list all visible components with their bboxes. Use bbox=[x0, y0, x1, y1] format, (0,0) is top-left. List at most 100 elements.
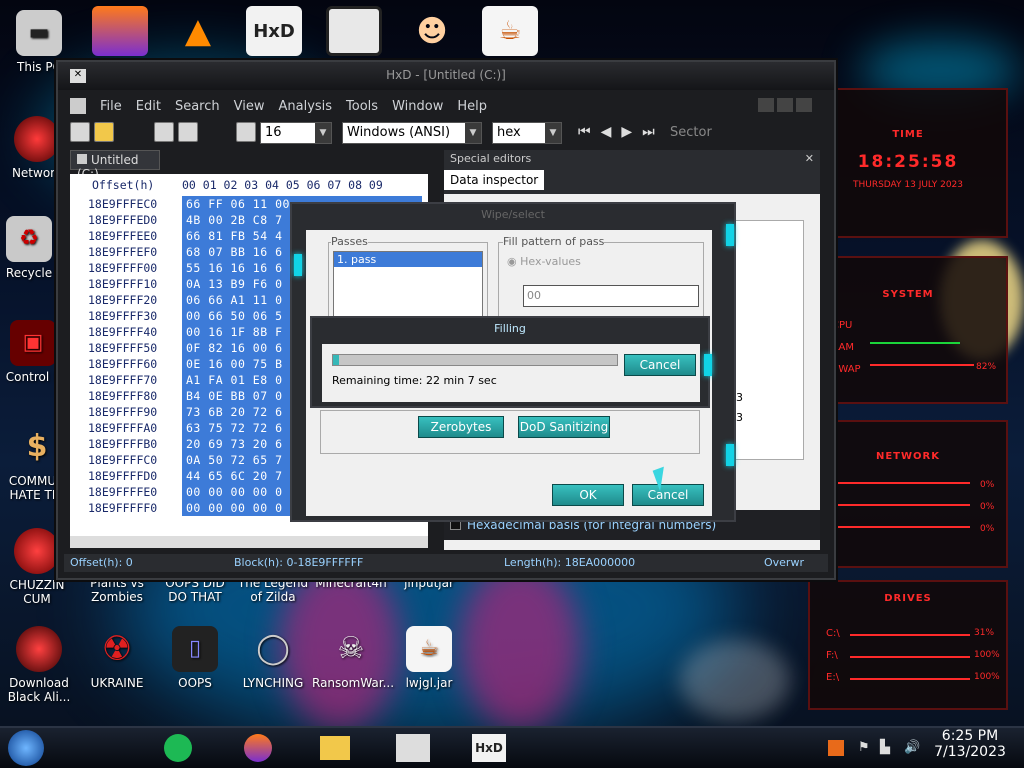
desktop-icon-label: UKRAINE bbox=[90, 676, 144, 690]
firefox-icon[interactable] bbox=[92, 6, 148, 56]
desktop-icon-oops-did[interactable]: OOPS DID DO THAT bbox=[156, 576, 234, 604]
desktop-icon-ukraine[interactable]: ☢ UKRAINE bbox=[78, 626, 156, 690]
row-offset: 18E9FFFEC0 bbox=[88, 197, 158, 211]
menu-analysis[interactable]: Analysis bbox=[278, 99, 332, 114]
vlc-icon[interactable]: ▲ bbox=[170, 6, 226, 56]
monitor-app-icon[interactable] bbox=[396, 734, 430, 762]
mdi-minimize-button[interactable] bbox=[758, 98, 774, 112]
menu-file[interactable]: File bbox=[100, 99, 122, 114]
java-icon[interactable]: ☕ bbox=[482, 6, 538, 56]
ok-button[interactable]: OK bbox=[552, 484, 624, 506]
hex-values-label: Hex-values bbox=[520, 255, 581, 268]
desktop-icon-zilda[interactable]: The Legend of Zilda bbox=[234, 576, 312, 604]
flag-icon[interactable]: ⚑ bbox=[858, 740, 870, 755]
row-offset: 18E9FFFFA0 bbox=[88, 421, 158, 435]
drive-c-val: 31% bbox=[974, 628, 995, 638]
recycle-icon: ♻ bbox=[6, 216, 52, 262]
drive-f-label: F:\ bbox=[826, 650, 838, 661]
passes-label: Passes bbox=[331, 235, 368, 248]
columns-icon[interactable] bbox=[236, 122, 256, 142]
tray-app-icon[interactable] bbox=[828, 740, 844, 756]
dod-sanitizing-button[interactable]: DoD Sanitizing bbox=[518, 416, 610, 438]
tab-untitled[interactable]: Untitled (C:) bbox=[70, 150, 160, 181]
menu-tools[interactable]: Tools bbox=[346, 99, 378, 114]
charset-select[interactable]: Windows (ANSI) ▼ bbox=[342, 122, 482, 144]
hxd-icon[interactable]: HxD bbox=[246, 6, 302, 56]
hxd-taskbar-icon[interactable]: HxD bbox=[472, 734, 506, 762]
spotify-icon[interactable] bbox=[164, 734, 192, 762]
hex-header: Offset(h) 00 01 02 03 04 05 06 07 08 09 bbox=[70, 174, 428, 196]
net-val-3: 0% bbox=[980, 524, 995, 534]
desktop-icon-pvz[interactable]: Plants vs Zombies bbox=[78, 576, 156, 604]
time-title: TIME bbox=[892, 129, 924, 140]
start-button[interactable] bbox=[8, 730, 44, 766]
net-bar-1 bbox=[830, 482, 970, 484]
file-explorer-icon[interactable] bbox=[320, 736, 350, 760]
noose-icon: ◯ bbox=[256, 631, 290, 666]
status-mode: Overwr bbox=[764, 556, 804, 569]
menu-help[interactable]: Help bbox=[457, 99, 487, 114]
drive-c-label: C:\ bbox=[826, 628, 840, 639]
drive-e-val: 100% bbox=[974, 672, 1000, 682]
title-bar[interactable]: ✕ HxD - [Untitled (C:)] bbox=[58, 62, 834, 90]
menu-app-icon[interactable] bbox=[70, 98, 86, 114]
disk-tab-icon bbox=[77, 154, 87, 164]
desktop-icon-oops[interactable]: ▯ OOPS bbox=[156, 626, 234, 690]
menu-view[interactable]: View bbox=[234, 99, 265, 114]
row-offset: 18E9FFFF80 bbox=[88, 389, 158, 403]
tablet-icon: ▯ bbox=[172, 626, 218, 672]
hex-values-radio[interactable]: ◉ Hex-values bbox=[507, 255, 581, 268]
drives-widget: DRIVES C:\ F:\ E:\ 31% 100% 100% bbox=[808, 580, 1008, 710]
close-icon[interactable]: ✕ bbox=[805, 152, 814, 165]
passes-list[interactable]: 1. pass bbox=[333, 251, 483, 317]
row-offset: 18E9FFFF50 bbox=[88, 341, 158, 355]
menu-window[interactable]: Window bbox=[392, 99, 443, 114]
doctor-icon[interactable]: ☻ bbox=[404, 6, 460, 56]
mdi-close-button[interactable] bbox=[796, 98, 812, 112]
disk-icon[interactable] bbox=[178, 122, 198, 142]
desktop-icon-label: CHUZZIN CUM bbox=[9, 578, 65, 606]
preset-group bbox=[320, 410, 700, 454]
menu-bar: File Edit Search View Analysis Tools Win… bbox=[70, 94, 487, 118]
new-file-icon[interactable] bbox=[70, 122, 90, 142]
row-offset: 18E9FFFFB0 bbox=[88, 437, 158, 451]
filling-body: Remaining time: 22 min 7 sec Cancel bbox=[322, 344, 700, 402]
glow-accent bbox=[726, 444, 734, 466]
zerobytes-button[interactable]: Zerobytes bbox=[418, 416, 504, 438]
sector-label: Sector bbox=[670, 125, 712, 140]
open-folder-icon[interactable] bbox=[94, 122, 114, 142]
desktop-icon-ransomware[interactable]: ☠ RansomWar... bbox=[312, 626, 394, 691]
pass-item[interactable]: 1. pass bbox=[334, 252, 482, 267]
offset-base-select[interactable]: hex ▼ bbox=[492, 122, 562, 144]
status-bar: Offset(h): 0 Block(h): 0-18E9FFFFFF Leng… bbox=[64, 554, 828, 572]
network-tray-icon[interactable]: ▙ bbox=[880, 740, 890, 755]
net-val-2: 0% bbox=[980, 502, 995, 512]
menu-edit[interactable]: Edit bbox=[136, 99, 161, 114]
desktop-icon-lwjgl[interactable]: ☕ lwjgl.jar bbox=[390, 626, 468, 690]
bytes-per-row-select[interactable]: 16 ▼ bbox=[260, 122, 332, 144]
desktop-icon-blackali[interactable]: Download Black Ali... bbox=[0, 626, 78, 704]
sector-nav-icons[interactable]: ⏮◀▶⏭ bbox=[578, 124, 665, 140]
row-offset: 18E9FFFF10 bbox=[88, 277, 158, 291]
filling-cancel-button[interactable]: Cancel bbox=[624, 354, 696, 376]
desktop-icon-lynching[interactable]: ◯ LYNCHING bbox=[234, 626, 312, 691]
clock[interactable]: 6:25 PM 7/13/2023 bbox=[930, 728, 1010, 760]
firefox-taskbar-icon[interactable] bbox=[244, 734, 272, 762]
glow-accent bbox=[294, 254, 302, 276]
row-offset: 18E9FFFFF0 bbox=[88, 501, 158, 515]
row-offset: 18E9FFFF60 bbox=[88, 357, 158, 371]
ram-icon[interactable] bbox=[154, 122, 174, 142]
volume-icon[interactable]: 🔊 bbox=[904, 740, 920, 755]
network-title: NETWORK bbox=[875, 451, 940, 462]
hex-value-input[interactable]: 00 bbox=[523, 285, 699, 307]
alien-icon bbox=[16, 626, 62, 672]
mdi-restore-button[interactable] bbox=[777, 98, 793, 112]
drive-c-bar bbox=[850, 634, 970, 636]
window-title: HxD - [Untitled (C:)] bbox=[386, 68, 506, 82]
maze-icon[interactable] bbox=[326, 6, 382, 56]
row-offset: 18E9FFFF90 bbox=[88, 405, 158, 419]
horizontal-scrollbar[interactable] bbox=[70, 536, 428, 548]
menu-search[interactable]: Search bbox=[175, 99, 220, 114]
tab-data-inspector[interactable]: Data inspector bbox=[444, 170, 545, 190]
remaining-time: Remaining time: 22 min 7 sec bbox=[332, 374, 497, 387]
